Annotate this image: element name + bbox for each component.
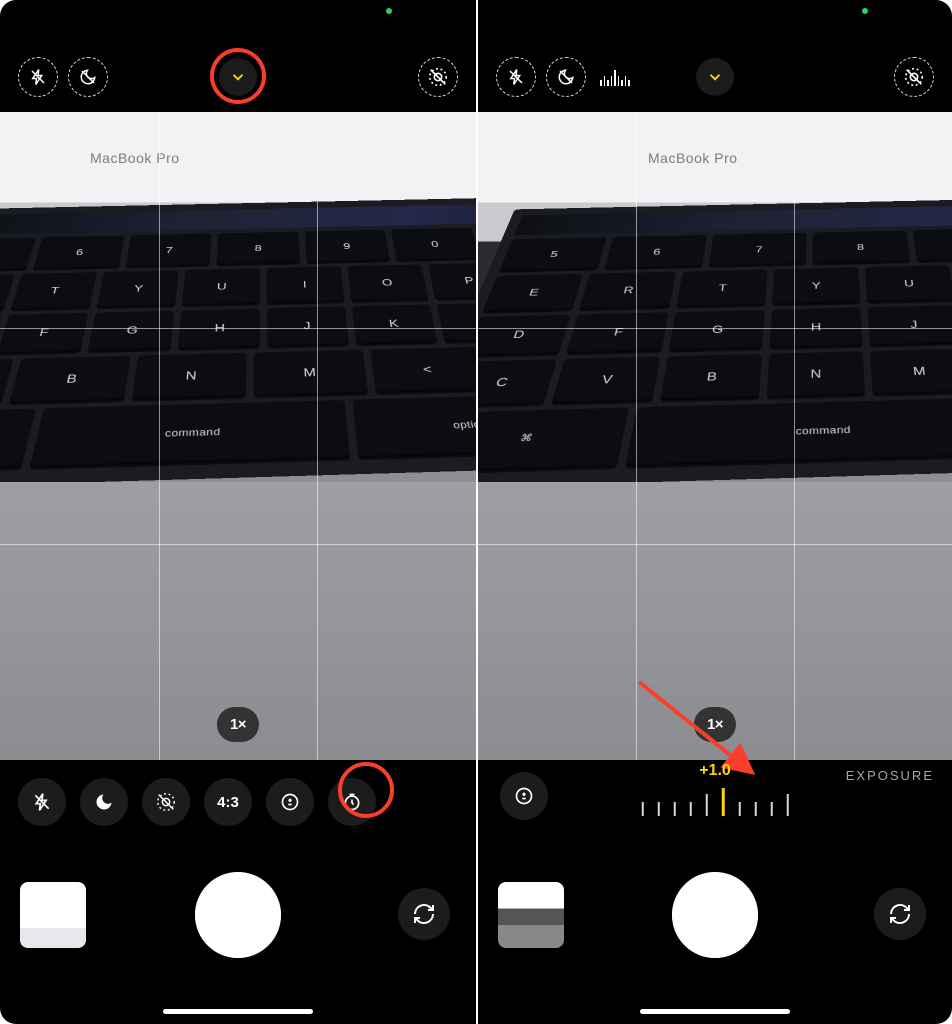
exposure-button[interactable] bbox=[266, 778, 314, 826]
live-option-button[interactable] bbox=[142, 778, 190, 826]
bottom-controls bbox=[0, 832, 476, 1024]
bottom-controls bbox=[478, 832, 952, 1024]
home-indicator[interactable] bbox=[163, 1009, 313, 1014]
flash-option-button[interactable] bbox=[18, 778, 66, 826]
grid-line bbox=[0, 328, 476, 329]
exposure-control-row: +1.0 EXPOSURE bbox=[478, 762, 952, 832]
keyboard-rendering: 567890-= RTYUIOP{} DFGHJKL:" VBNM<>? ⌘co… bbox=[0, 195, 476, 490]
grid-line bbox=[478, 328, 952, 329]
night-mode-icon[interactable] bbox=[546, 57, 586, 97]
aspect-ratio-button[interactable]: 4:3 bbox=[204, 778, 252, 826]
grid-line bbox=[636, 112, 637, 760]
camera-viewfinder[interactable]: MacBook Pro 567890- ERTYUIOP DFGHJKL: CV… bbox=[478, 112, 952, 760]
live-photo-off-icon[interactable] bbox=[894, 57, 934, 97]
macbook-label: MacBook Pro bbox=[648, 150, 738, 166]
shutter-button[interactable] bbox=[195, 872, 281, 958]
camera-options-row: 4:3 bbox=[0, 772, 476, 832]
flash-off-icon[interactable] bbox=[18, 57, 58, 97]
zoom-level-chip[interactable]: 1× bbox=[217, 707, 259, 742]
exposure-slider[interactable] bbox=[642, 788, 789, 816]
grid-line bbox=[794, 112, 795, 760]
live-photo-off-icon[interactable] bbox=[418, 57, 458, 97]
keyboard-rendering: 567890- ERTYUIOP DFGHJKL: CVBNM<>? ⌘comm… bbox=[478, 195, 952, 490]
last-photo-thumbnail[interactable] bbox=[498, 882, 564, 948]
macbook-label: MacBook Pro bbox=[90, 150, 180, 166]
camera-switch-button[interactable] bbox=[398, 888, 450, 940]
camera-screen-right: MacBook Pro 567890- ERTYUIOP DFGHJKL: CV… bbox=[476, 0, 952, 1024]
exposure-value: +1.0 bbox=[699, 762, 731, 780]
zoom-level-chip[interactable]: 1× bbox=[694, 707, 736, 742]
top-toolbar bbox=[0, 42, 476, 112]
exposure-button[interactable] bbox=[500, 772, 548, 820]
camera-viewfinder[interactable]: MacBook Pro 567890-= RTYUIOP{} DFGHJKL:"… bbox=[0, 112, 476, 760]
options-chevron-button[interactable] bbox=[219, 58, 257, 96]
night-mode-icon[interactable] bbox=[68, 57, 108, 97]
grid-line bbox=[478, 544, 952, 545]
camera-switch-button[interactable] bbox=[874, 888, 926, 940]
flash-off-icon[interactable] bbox=[496, 57, 536, 97]
last-photo-thumbnail[interactable] bbox=[20, 882, 86, 948]
night-option-button[interactable] bbox=[80, 778, 128, 826]
timer-button[interactable] bbox=[328, 778, 376, 826]
exposure-indicator-icon bbox=[596, 68, 630, 86]
camera-active-indicator bbox=[862, 8, 868, 14]
camera-active-indicator bbox=[386, 8, 392, 14]
home-indicator[interactable] bbox=[640, 1009, 790, 1014]
grid-line bbox=[317, 112, 318, 760]
top-toolbar bbox=[478, 42, 952, 112]
exposure-label: EXPOSURE bbox=[846, 768, 934, 783]
camera-screen-left: MacBook Pro 567890-= RTYUIOP{} DFGHJKL:"… bbox=[0, 0, 476, 1024]
shutter-button[interactable] bbox=[672, 872, 758, 958]
options-chevron-button[interactable] bbox=[696, 58, 734, 96]
grid-line bbox=[0, 544, 476, 545]
grid-line bbox=[159, 112, 160, 760]
